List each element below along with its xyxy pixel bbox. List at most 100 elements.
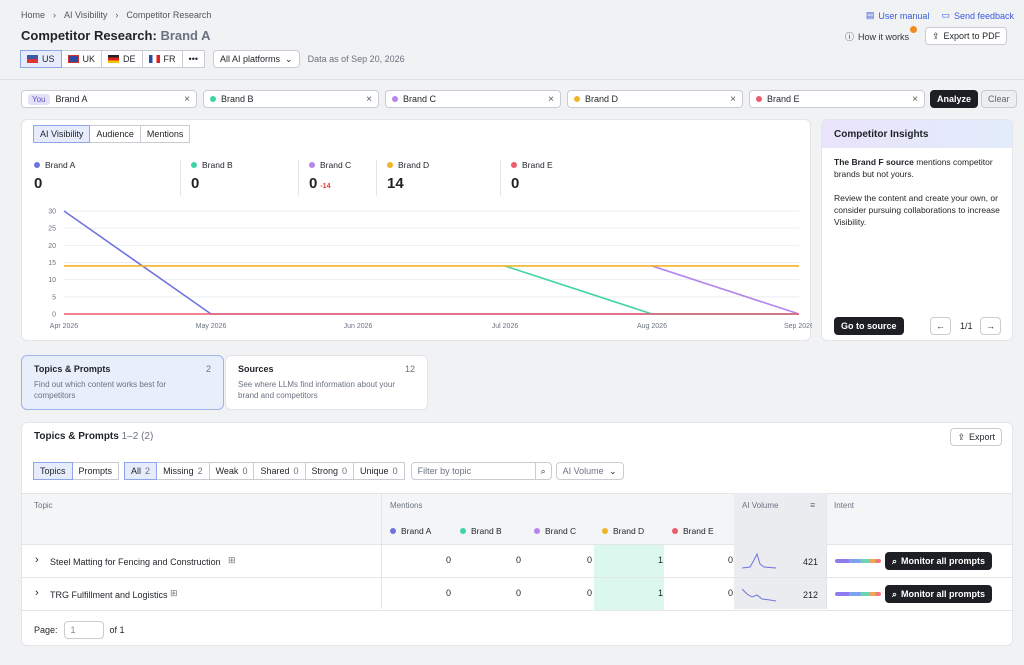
go-to-source-button[interactable]: Go to source <box>834 317 904 335</box>
country-uk[interactable]: UK <box>60 50 103 68</box>
export-button[interactable]: ⇪ Export <box>950 428 1002 446</box>
platform-select[interactable]: All AI platforms ⌄ <box>213 50 300 68</box>
filter-shared[interactable]: Shared 0 <box>253 462 306 480</box>
filter-strong[interactable]: Strong 0 <box>304 462 355 480</box>
close-icon[interactable]: × <box>912 94 918 105</box>
monitor-label: Monitor all prompts <box>901 556 985 566</box>
header-brand-c: Brand C <box>534 526 576 536</box>
tab-prompts[interactable]: Prompts <box>71 462 120 480</box>
close-icon[interactable]: × <box>730 94 736 105</box>
send-feedback-link[interactable]: Send feedback <box>954 11 1014 21</box>
close-icon[interactable]: × <box>548 94 554 105</box>
filter-count: 0 <box>392 466 398 476</box>
country-fr[interactable]: FR <box>141 50 183 68</box>
search-icon[interactable]: ⌕ <box>534 462 552 480</box>
chevron-right-icon[interactable]: › <box>35 587 39 599</box>
analyze-button[interactable]: Analyze <box>930 90 979 108</box>
export-icon: ⇪ <box>957 431 965 442</box>
mention-count: 0 <box>587 588 593 598</box>
filter-unique[interactable]: Unique 0 <box>353 462 405 480</box>
legend-dot <box>602 528 608 534</box>
competitor-name: Brand D <box>585 94 619 104</box>
breadcrumb-ai-visibility[interactable]: AI Visibility <box>64 10 107 20</box>
ai-volume-select[interactable]: AI Volume ⌄ <box>555 462 624 480</box>
table-row[interactable]: › TRG Fulfillment and Logistics ⊞ 0 0 0 1 0 212 ⌕… <box>22 578 1012 611</box>
platform-select-label: All AI platforms <box>220 54 281 64</box>
header-topic[interactable]: Topic <box>34 501 53 510</box>
chevron-right-icon[interactable]: › <box>35 554 39 566</box>
header-intent: Intent <box>834 501 855 510</box>
competitor-input-4[interactable]: Brand D × <box>567 90 743 108</box>
de-flag-icon <box>108 55 120 63</box>
mention-count: 1 <box>658 555 664 565</box>
user-manual-link[interactable]: User manual <box>878 11 929 21</box>
clear-button[interactable]: Clear <box>981 90 1017 108</box>
competitor-input-2[interactable]: Brand B × <box>203 90 379 108</box>
table-row[interactable]: › Steel Matting for Fencing and Construct… <box>22 545 1012 578</box>
mention-count: 1 <box>658 588 664 598</box>
volume-sparkline <box>742 588 777 602</box>
filter-weak[interactable]: Weak 0 <box>208 462 255 480</box>
insights-text-2: Review the content and create your own, … <box>834 193 1000 227</box>
country-us[interactable]: US <box>20 50 62 68</box>
card-title: Sources <box>238 364 274 374</box>
topic-name: TRG Fulfillment and Logistics <box>50 590 168 600</box>
topics-prompts-card[interactable]: Topics & Prompts 2 Find out which conten… <box>21 355 224 410</box>
filter-all[interactable]: All 2 <box>124 462 158 480</box>
more-countries-button[interactable]: ••• <box>181 50 205 68</box>
legend-dot <box>534 528 540 534</box>
monitor-label: Monitor all prompts <box>901 589 985 599</box>
filter-label: Missing <box>163 466 194 476</box>
table-title: Topics & Prompts <box>34 431 119 442</box>
sort-icon[interactable]: ≡ <box>810 500 815 510</box>
export-pdf-button[interactable]: ⇪ Export to PDF <box>925 27 1008 45</box>
tab-ai-visibility[interactable]: AI Visibility <box>33 125 91 143</box>
prev-arrow-icon[interactable]: ← <box>930 317 951 335</box>
ai-volume-value: 212 <box>803 590 819 600</box>
country-code: US <box>42 54 55 64</box>
brand-e-dot <box>756 96 762 102</box>
brand-name: Brand A <box>401 526 432 536</box>
filter-topic-input[interactable]: Filter by topic <box>410 462 536 480</box>
page-title: Competitor Research: Brand A <box>21 28 211 43</box>
monitor-prompts-button[interactable]: ⌕ Monitor all prompts <box>884 552 992 570</box>
us-flag-icon <box>27 55 38 63</box>
tab-topics[interactable]: Topics <box>33 462 73 480</box>
filter-count: 0 <box>242 466 248 476</box>
brand-name: Brand D <box>613 526 645 536</box>
x-tick-label: Apr 2026 <box>50 323 79 330</box>
sources-card[interactable]: Sources 12 See where LLMs find informati… <box>225 355 428 410</box>
how-it-works-button[interactable]: ⓘ How it works <box>845 26 918 43</box>
brand-b-dot <box>210 96 216 102</box>
legend-dot <box>390 528 396 534</box>
page-title-text: Competitor Research: <box>21 28 157 43</box>
y-tick-label: 20 <box>48 243 56 250</box>
question-icon: ⓘ <box>845 32 855 42</box>
topics-table-card: Topics & Prompts 1–2 (2) ⇪ Export Topics … <box>21 422 1013 646</box>
page-input[interactable]: 1 <box>63 621 104 639</box>
export-icon: ⇪ <box>932 30 940 41</box>
competitor-name: Brand E <box>767 94 800 104</box>
filter-label: Strong <box>311 466 339 476</box>
close-icon[interactable]: × <box>366 94 372 105</box>
table-range: 1–2 (2) <box>121 431 154 442</box>
breadcrumb-current: Competitor Research <box>126 10 212 20</box>
next-arrow-icon[interactable]: → <box>980 317 1001 335</box>
competitor-input-3[interactable]: Brand C × <box>385 90 561 108</box>
header-ai-volume[interactable]: AI Volume <box>742 501 778 510</box>
x-tick-label: May 2026 <box>196 323 227 330</box>
insights-title: Competitor Insights <box>834 129 929 140</box>
sparkline-path <box>742 588 777 602</box>
close-icon[interactable]: × <box>184 94 190 105</box>
monitor-prompts-button[interactable]: ⌕ Monitor all prompts <box>884 585 992 603</box>
filter-label: Weak <box>215 466 239 476</box>
filter-missing[interactable]: Missing 2 <box>156 462 210 480</box>
country-de[interactable]: DE <box>101 50 143 68</box>
breadcrumb-home[interactable]: Home <box>21 10 45 20</box>
card-desc: Find out which content works best for co… <box>34 380 167 400</box>
mention-count: 0 <box>516 555 522 565</box>
competitor-input-1[interactable]: You Brand A × <box>21 90 197 108</box>
table-header <box>22 493 1012 545</box>
breadcrumb: Home › AI Visibility › Competitor Resear… <box>21 10 211 20</box>
competitor-input-5[interactable]: Brand E × <box>749 90 925 108</box>
